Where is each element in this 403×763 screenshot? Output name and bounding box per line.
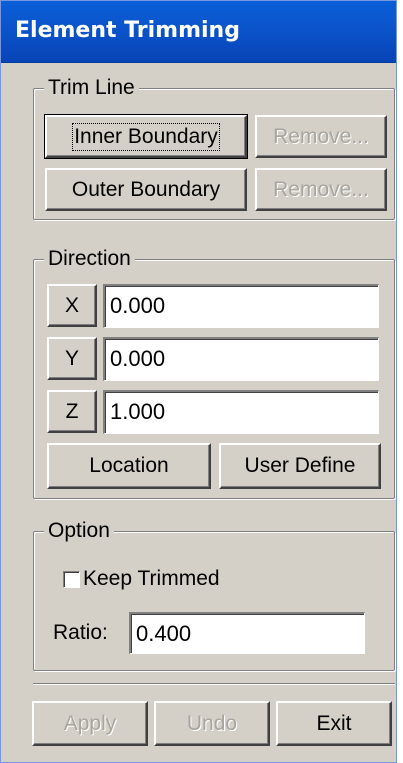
exit-label: Exit bbox=[316, 711, 352, 735]
undo-button[interactable]: Undo bbox=[154, 701, 270, 746]
trim-line-legend: Trim Line bbox=[44, 76, 139, 100]
exit-button[interactable]: Exit bbox=[276, 701, 392, 746]
element-trimming-dialog: Element Trimming Trim Line Inner Boundar… bbox=[0, 0, 397, 763]
user-define-label: User Define bbox=[244, 454, 356, 477]
outer-boundary-label: Outer Boundary bbox=[71, 177, 221, 201]
location-label: Location bbox=[89, 454, 169, 477]
z-axis-button[interactable]: Z bbox=[47, 390, 97, 433]
keep-trimmed-checkbox[interactable] bbox=[63, 571, 80, 588]
footer-separator bbox=[33, 683, 395, 685]
remove-outer-button[interactable]: Remove... bbox=[255, 168, 387, 211]
ratio-field[interactable]: 0.400 bbox=[129, 612, 365, 654]
title-bar[interactable]: Element Trimming bbox=[1, 1, 396, 63]
x-axis-button[interactable]: X bbox=[47, 284, 97, 327]
x-axis-label: X bbox=[64, 293, 79, 317]
inner-boundary-label: Inner Boundary bbox=[72, 122, 220, 151]
option-legend: Option bbox=[44, 519, 114, 543]
remove-inner-button[interactable]: Remove... bbox=[255, 115, 387, 158]
x-direction-field[interactable]: 0.000 bbox=[103, 284, 379, 328]
ratio-label: Ratio: bbox=[53, 621, 108, 644]
undo-label: Undo bbox=[186, 711, 238, 735]
y-axis-label: Y bbox=[64, 346, 79, 370]
user-define-button[interactable]: User Define bbox=[219, 443, 381, 489]
y-direction-field[interactable]: 0.000 bbox=[103, 337, 379, 381]
inner-boundary-button[interactable]: Inner Boundary bbox=[44, 114, 248, 159]
y-axis-button[interactable]: Y bbox=[47, 337, 97, 380]
remove-outer-label: Remove... bbox=[273, 177, 369, 201]
keep-trimmed-label[interactable]: Keep Trimmed bbox=[83, 567, 220, 591]
apply-label: Apply bbox=[63, 711, 117, 735]
window-title: Element Trimming bbox=[15, 18, 240, 43]
outer-boundary-button[interactable]: Outer Boundary bbox=[45, 168, 247, 211]
remove-inner-label: Remove... bbox=[273, 124, 369, 148]
location-button[interactable]: Location bbox=[47, 443, 211, 489]
apply-button[interactable]: Apply bbox=[32, 701, 148, 746]
z-axis-label: Z bbox=[65, 399, 79, 423]
z-direction-field[interactable]: 1.000 bbox=[103, 390, 379, 434]
direction-legend: Direction bbox=[44, 247, 135, 271]
